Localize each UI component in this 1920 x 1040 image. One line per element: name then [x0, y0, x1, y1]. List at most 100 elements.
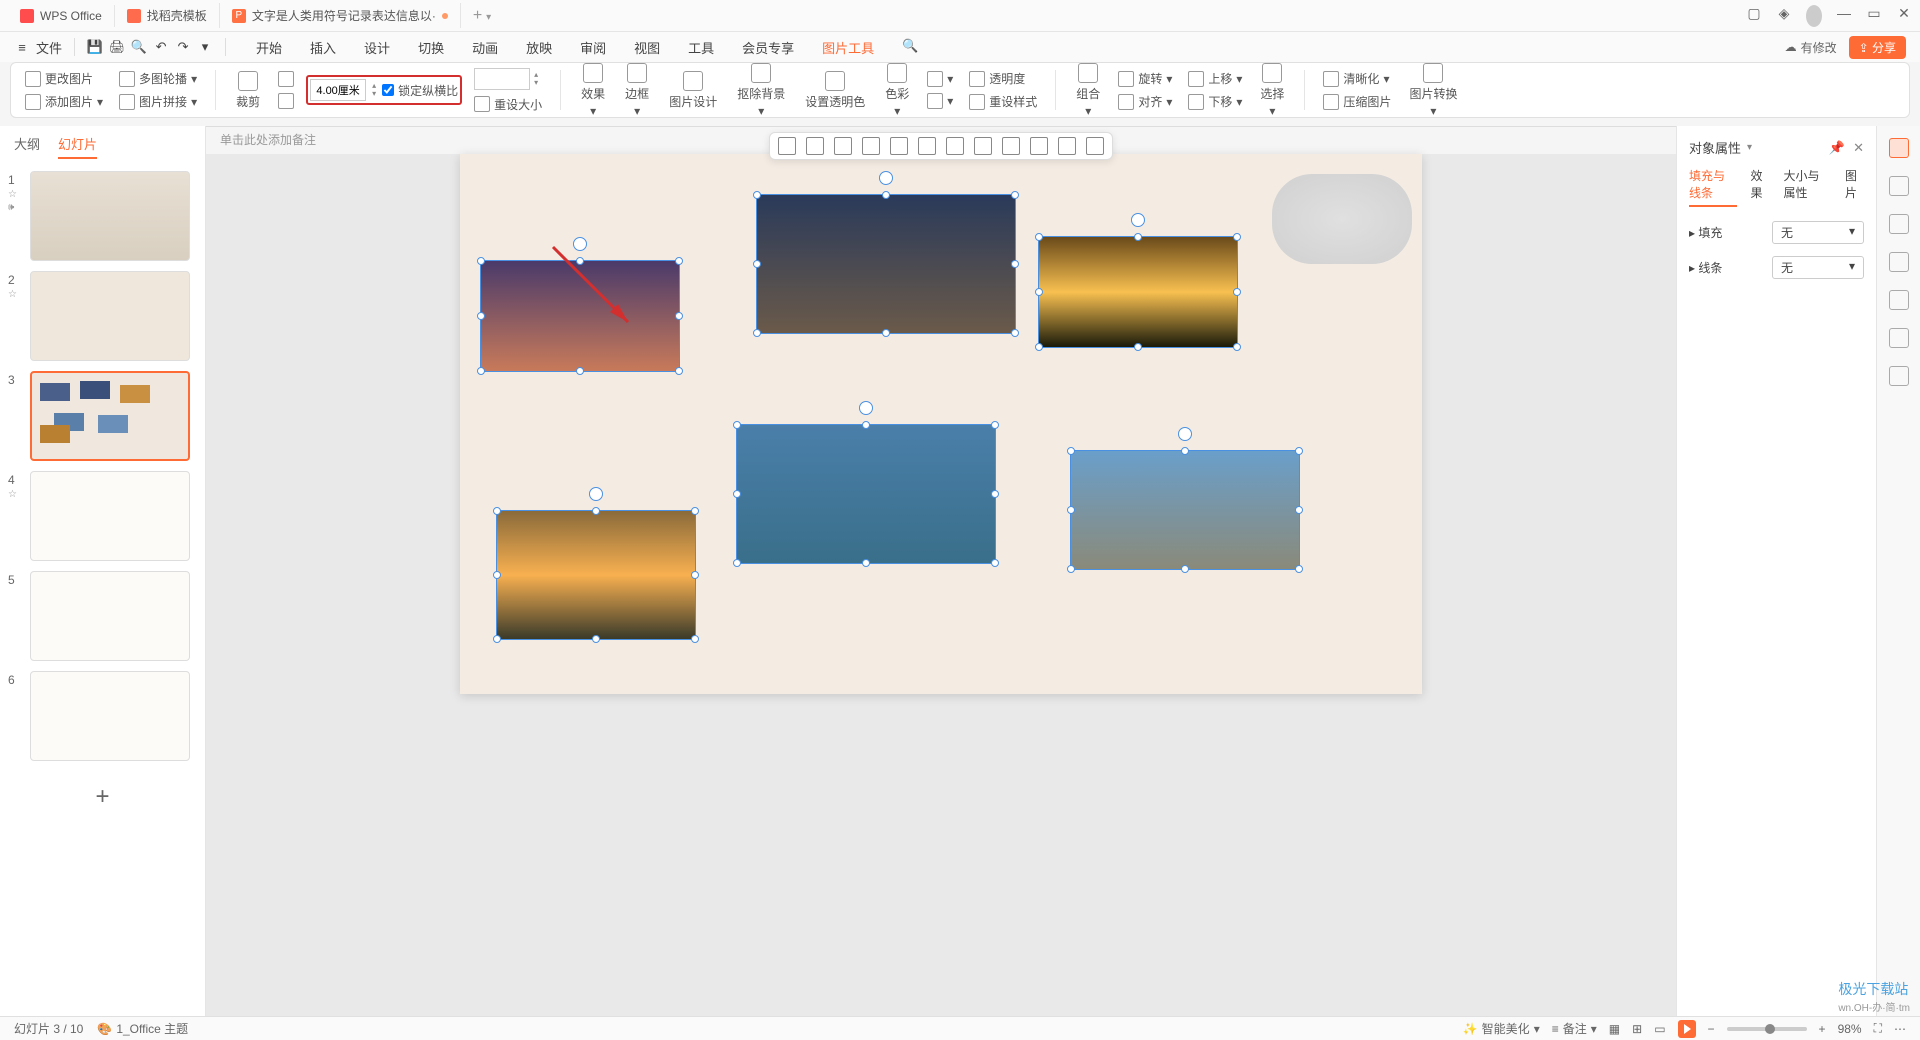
resize-handle[interactable] [1233, 233, 1241, 241]
resize-handle[interactable] [675, 367, 683, 375]
add-slide-button[interactable]: + [8, 771, 197, 823]
zoom-out-icon[interactable]: − [1708, 1022, 1715, 1036]
compress-pic-button[interactable]: 压缩图片 [1319, 91, 1395, 112]
spin-down-icon[interactable]: ▾ [372, 90, 376, 98]
width-input-row[interactable]: ▴▾ [470, 66, 546, 92]
resize-handle[interactable] [1011, 260, 1019, 268]
align-button[interactable]: 对齐▾ [1114, 91, 1176, 112]
tab-add-button[interactable]: +▾ [461, 3, 503, 29]
transparency-button[interactable]: 透明度 [965, 68, 1041, 89]
avatar[interactable] [1806, 5, 1822, 27]
resize-handle[interactable] [733, 421, 741, 429]
resize-handle[interactable] [882, 191, 890, 199]
color-button[interactable]: 色彩▾ [879, 61, 915, 120]
bring-forward-button[interactable]: 上移▾ [1184, 68, 1246, 89]
print-preview-icon[interactable]: 🔍 [131, 39, 147, 55]
tab-view[interactable]: 视图 [632, 34, 662, 61]
pic-join-button[interactable]: 图片拼接 ▾ [115, 91, 201, 112]
line-select[interactable]: 无▾ [1772, 256, 1864, 279]
resize-handle[interactable] [493, 571, 501, 579]
cloud-status[interactable]: ☁有修改 [1785, 39, 1837, 56]
group-button[interactable]: 组合▾ [1070, 61, 1106, 120]
resize-handle[interactable] [753, 260, 761, 268]
selected-image-2[interactable] [756, 194, 1016, 334]
rotate-button[interactable]: 旋转▾ [1114, 68, 1176, 89]
resize-handle[interactable] [1035, 288, 1043, 296]
panel-tab-slides[interactable]: 幻灯片 [58, 134, 97, 159]
sidebar-sparkle-icon[interactable] [1889, 252, 1909, 272]
slide-thumb-6[interactable] [30, 671, 190, 761]
view-reading-icon[interactable]: ▭ [1654, 1022, 1665, 1036]
align-center-h-icon[interactable] [806, 137, 824, 155]
tab-document[interactable]: P 文字是人类用符号记录表达信息以· [220, 3, 461, 28]
view-normal-icon[interactable]: ▦ [1609, 1022, 1620, 1036]
tab-docer[interactable]: 找稻壳模板 [115, 3, 220, 28]
align-right-icon[interactable] [834, 137, 852, 155]
add-picture-button[interactable]: 添加图片 ▾ [21, 91, 107, 112]
prop-tab-fill[interactable]: 填充与线条 [1689, 167, 1737, 207]
crop-button[interactable]: 裁剪 [230, 69, 266, 112]
prop-tab-pic[interactable]: 图片 [1845, 167, 1864, 207]
sidebar-settings-icon[interactable] [1889, 366, 1909, 386]
slide-thumb-2[interactable] [30, 271, 190, 361]
tab-wps[interactable]: WPS Office [8, 5, 115, 27]
selected-image-6[interactable] [496, 510, 696, 640]
print-icon[interactable]: 🖨 [109, 39, 125, 55]
notes-toggle-button[interactable]: ≡备注 ▾ [1552, 1020, 1597, 1037]
cube-icon[interactable]: ◈ [1776, 5, 1792, 27]
resize-handle[interactable] [1134, 343, 1142, 351]
slide-thumb-4[interactable] [30, 471, 190, 561]
tab-pictools[interactable]: 图片工具 [820, 34, 876, 61]
resize-handle[interactable] [1181, 447, 1189, 455]
rotate-handle-icon[interactable] [859, 401, 873, 415]
resize-handle[interactable] [1067, 565, 1075, 573]
sidebar-properties-icon[interactable] [1889, 138, 1909, 158]
height-input[interactable] [310, 79, 366, 101]
slide-thumb-5[interactable] [30, 571, 190, 661]
dropdown-icon[interactable]: ▾ [197, 39, 213, 55]
selected-image-3[interactable] [1038, 236, 1238, 348]
share-button[interactable]: ⇪ 分享 [1849, 36, 1906, 59]
pic-convert-button[interactable]: 图片转换▾ [1403, 61, 1463, 120]
rotate-handle-icon[interactable] [879, 171, 893, 185]
rotate-handle-icon[interactable] [1131, 213, 1145, 227]
undo-icon[interactable]: ↶ [153, 39, 169, 55]
same-width-icon[interactable] [1002, 137, 1020, 155]
group-icon[interactable] [1058, 137, 1076, 155]
resize-handle[interactable] [991, 421, 999, 429]
hamburger-icon[interactable]: ≡ [14, 39, 30, 55]
pin-icon[interactable]: 📌 [1829, 140, 1845, 156]
resize-handle[interactable] [1134, 233, 1142, 241]
resize-handle[interactable] [733, 490, 741, 498]
window-minimize-icon[interactable]: — [1836, 5, 1852, 27]
play-slideshow-button[interactable] [1678, 1020, 1696, 1038]
send-backward-button[interactable]: 下移▾ [1184, 91, 1246, 112]
resize-handle[interactable] [592, 635, 600, 643]
resize-handle[interactable] [691, 635, 699, 643]
width-input[interactable] [474, 68, 530, 90]
resize-handle[interactable] [1067, 506, 1075, 514]
contrast-button[interactable]: ▾ [923, 91, 957, 111]
more-icon[interactable]: ⋯ [1894, 1022, 1906, 1036]
tab-review[interactable]: 审阅 [578, 34, 608, 61]
window-maximize-icon[interactable]: ▭ [1866, 5, 1882, 27]
resize-handle[interactable] [862, 421, 870, 429]
resize-handle[interactable] [991, 490, 999, 498]
resize-handle[interactable] [1011, 329, 1019, 337]
resize-handle[interactable] [1295, 565, 1303, 573]
resize-handle[interactable] [1295, 447, 1303, 455]
resize-handle[interactable] [691, 507, 699, 515]
resize-handle[interactable] [1035, 343, 1043, 351]
search-icon[interactable]: 🔍 [900, 34, 920, 61]
resize-handle[interactable] [576, 367, 584, 375]
effects-button[interactable]: 效果▾ [575, 61, 611, 120]
zoom-in-icon[interactable]: + [1819, 1022, 1826, 1036]
resize-handle[interactable] [477, 312, 485, 320]
selected-image-4[interactable] [736, 424, 996, 564]
rotate-handle-icon[interactable] [589, 487, 603, 501]
prop-tab-size[interactable]: 大小与属性 [1784, 167, 1832, 207]
zoom-handle[interactable] [1765, 1024, 1775, 1034]
save-icon[interactable]: 💾 [87, 39, 103, 55]
rotate-handle-icon[interactable] [573, 237, 587, 251]
tab-member[interactable]: 会员专享 [740, 34, 796, 61]
